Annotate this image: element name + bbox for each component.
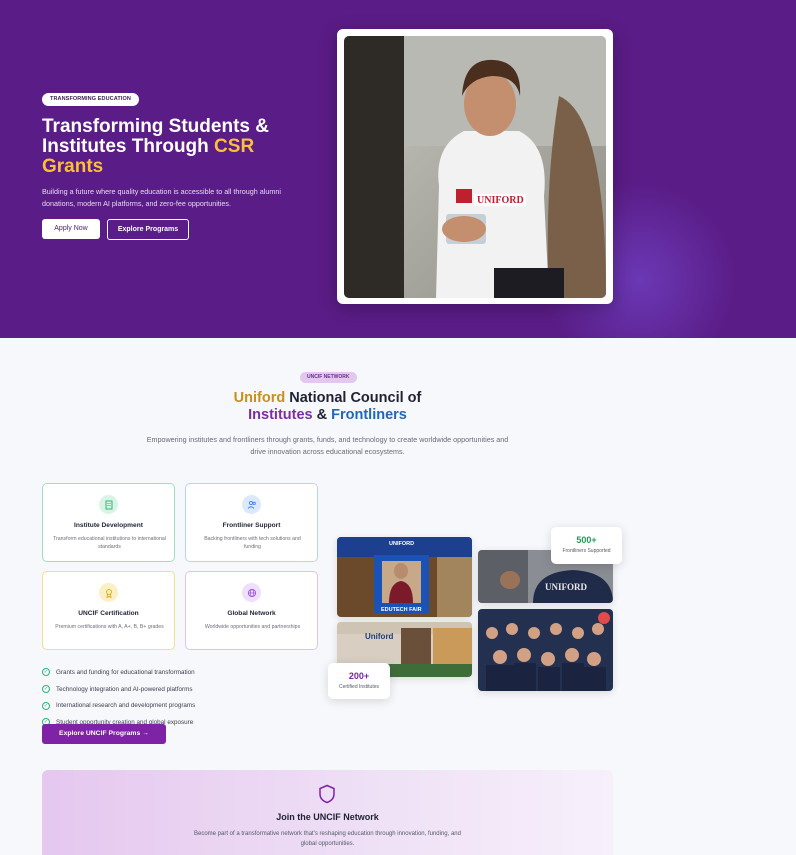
checklist-text: Technology integration and AI-powered pl… <box>56 685 193 693</box>
check-icon: ✓ <box>42 685 50 694</box>
explore-uncif-programs-button[interactable]: Explore UNCIF Programs → <box>42 724 166 744</box>
card-uncif-certification[interactable]: UNCIF Certification Premium certificatio… <box>42 571 175 650</box>
network-badge: UNCIF NETWORK <box>300 372 357 383</box>
title-national-council: National Council of <box>285 390 422 406</box>
card-desc: Backing frontliners with tech solutions … <box>204 536 301 550</box>
checklist-text: Grants and funding for educational trans… <box>56 668 195 676</box>
hero-image-frame: UNIFORD <box>337 29 613 304</box>
checklist-text: International research and development p… <box>56 702 196 710</box>
building-icon <box>99 495 118 514</box>
stat-frontliners-value: 500+ <box>576 535 597 545</box>
card-desc: Worldwide opportunities and partnerships <box>204 624 301 630</box>
photo-group <box>478 609 613 691</box>
card-title: Global Network <box>227 610 276 617</box>
fair-text: EDUTECH FAIR <box>381 607 422 613</box>
checklist-item: ✓ International research and development … <box>42 697 302 714</box>
hero-subtitle: Building a future where quality educatio… <box>42 187 281 208</box>
hero-title: Transforming Students & Institutes Throu… <box>42 117 312 177</box>
apply-now-button[interactable]: Apply Now <box>42 219 100 239</box>
check-icon: ✓ <box>42 701 50 710</box>
hero-section: TRANSFORMING EDUCATION Transforming Stud… <box>0 0 796 338</box>
network-subtitle: Empowering institutes and frontliners th… <box>146 435 509 456</box>
stat-institutes-value: 200+ <box>348 671 370 681</box>
hero-photo: UNIFORD <box>344 36 606 298</box>
stat-institutes-label: Certified Institutes <box>338 684 380 690</box>
users-icon <box>242 495 261 514</box>
join-title: Join the UNCIF Network <box>276 812 379 822</box>
banner-text: UNIFORD <box>389 541 414 547</box>
explore-uncif-label: Explore UNCIF Programs <box>59 730 141 737</box>
stat-frontliners-label: Frontliners Supported <box>562 548 611 554</box>
checklist-item: ✓ Technology integration and AI-powered p… <box>42 681 302 698</box>
shield-icon <box>319 784 335 804</box>
stat-institutes: 200+ Certified Institutes <box>328 663 390 699</box>
card-frontliner-support[interactable]: Frontliner Support Backing frontliners w… <box>185 483 318 562</box>
arrow-right-icon: → <box>142 730 149 737</box>
card-desc: Premium certifications with A, A+, B, B+… <box>55 624 164 630</box>
feature-checklist: ✓ Grants and funding for educational tran… <box>42 664 302 731</box>
photo-edutech-fair: UNIFORD EDUTECH FAIR <box>337 537 472 617</box>
shirt-logo-text: UNIFORD <box>477 195 524 206</box>
explore-programs-button[interactable]: Explore Programs <box>107 219 189 240</box>
card-desc: Transform educational institutions to in… <box>53 536 166 550</box>
title-amp: & <box>312 407 332 423</box>
card-global-network[interactable]: Global Network Worldwide opportunities a… <box>185 571 318 650</box>
network-title: Uniford National Council of Institutes &… <box>0 390 655 424</box>
join-subtitle: Become part of a transformative network … <box>194 831 461 847</box>
check-icon: ✓ <box>42 668 50 677</box>
checklist-item: ✓ Grants and funding for educational tran… <box>42 664 302 681</box>
card-title: Frontliner Support <box>222 522 281 529</box>
title-uniford: Uniford <box>233 390 286 406</box>
booth-text: Uniford <box>365 632 394 641</box>
card-title: UNCIF Certification <box>78 610 139 617</box>
card-institute-development[interactable]: Institute Development Transform educatio… <box>42 483 175 562</box>
shirt-text: UNIFORD <box>545 582 587 592</box>
globe-icon <box>242 583 261 602</box>
title-institutes: Institutes <box>248 407 313 423</box>
card-title: Institute Development <box>74 522 143 529</box>
hero-badge: TRANSFORMING EDUCATION <box>42 93 139 106</box>
title-frontliners: Frontliners <box>331 407 407 423</box>
award-icon <box>99 583 118 602</box>
stat-frontliners: 500+ Frontliners Supported <box>551 527 622 564</box>
